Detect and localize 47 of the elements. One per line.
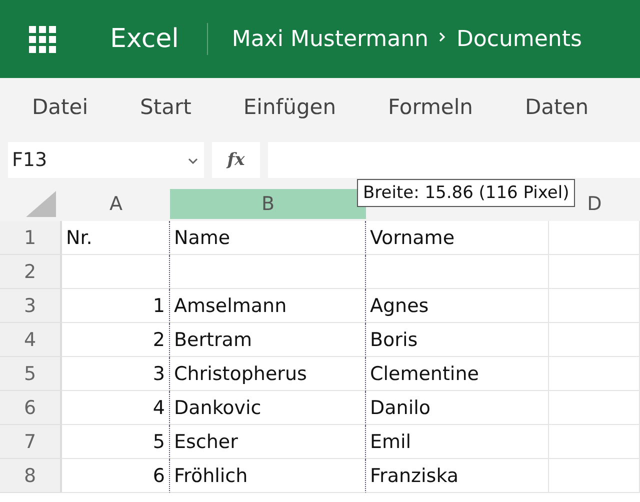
ribbon-tab[interactable]: Daten <box>515 88 599 124</box>
table-cell: Boris <box>366 323 549 357</box>
breadcrumb-link[interactable]: Maxi Mustermann <box>232 26 428 52</box>
ribbon-tab[interactable]: Datei <box>22 88 98 124</box>
table-cell: 2 <box>62 323 170 357</box>
function-button[interactable]: fx <box>212 142 260 178</box>
app-name: Excel <box>110 24 179 54</box>
table-cell: Franziska <box>366 459 549 493</box>
table-cell: Agnes <box>366 289 549 323</box>
table-cell: Amselmann <box>170 289 366 323</box>
row-header[interactable]: 2 <box>0 255 62 289</box>
table-cell: 4 <box>62 391 170 425</box>
row-header[interactable]: 6 <box>0 391 62 425</box>
table-cell: Bertram <box>170 323 366 357</box>
table-cell: Vorname <box>366 221 549 255</box>
caret-icon <box>188 158 198 164</box>
table-cell: 1 <box>62 289 170 323</box>
table-cell: Danilo <box>366 391 549 425</box>
table-cell: Fröhlich <box>170 459 366 493</box>
table-cell: Christopherus <box>170 357 366 391</box>
row-header[interactable]: 8 <box>0 459 62 493</box>
ribbon-tab[interactable]: Start <box>130 88 202 124</box>
table-cell: 6 <box>62 459 170 493</box>
row-header[interactable]: 7 <box>0 425 62 459</box>
formula-field[interactable] <box>268 142 640 178</box>
name-box[interactable]: F13 <box>8 142 204 178</box>
ribbon-tab[interactable]: Einfügen <box>233 88 346 124</box>
row-header[interactable]: 4 <box>0 323 62 357</box>
table-cell: Nr. <box>62 221 170 255</box>
row-header[interactable]: 3 <box>0 289 62 323</box>
app-launcher-icon[interactable] <box>28 25 56 53</box>
select-all-icon[interactable] <box>26 191 56 217</box>
column-header[interactable]: B <box>170 189 366 219</box>
table-cell: Name <box>170 221 366 255</box>
table-cell: 5 <box>62 425 170 459</box>
table-cell: Escher <box>170 425 366 459</box>
row-header[interactable]: 5 <box>0 357 62 391</box>
chevron-icon <box>438 31 446 43</box>
table-cell: Emil <box>366 425 549 459</box>
table-cell: Clementine <box>366 357 549 391</box>
table-cell: 3 <box>62 357 170 391</box>
width-tooltip: Breite: 15.86 (116 Pixel) <box>357 179 576 207</box>
breadcrumb-link[interactable]: Documents <box>456 26 582 52</box>
row-header[interactable]: 1 <box>0 221 62 255</box>
column-header[interactable]: A <box>62 189 170 219</box>
ribbon-tab[interactable]: Formeln <box>378 88 483 124</box>
table-cell: Dankovic <box>170 391 366 425</box>
